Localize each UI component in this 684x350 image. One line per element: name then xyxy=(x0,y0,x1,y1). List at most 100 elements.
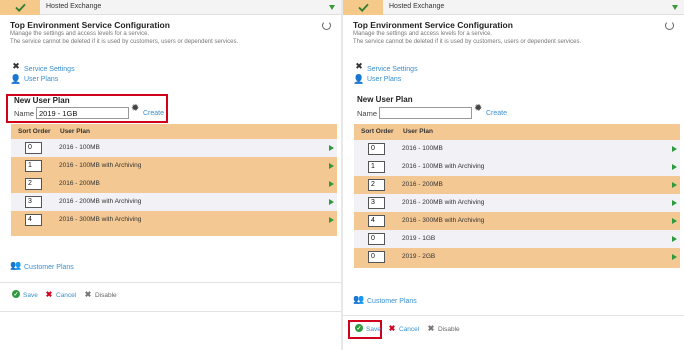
save-label: Save xyxy=(366,326,381,333)
play-arrow-icon[interactable] xyxy=(672,254,677,260)
grid-header: Sort Order User Plan xyxy=(354,124,680,138)
name-label: Name xyxy=(14,109,35,118)
service-settings-link-row[interactable]: ✖ Service Settings xyxy=(354,60,418,73)
service-bar[interactable]: Hosted Exchange xyxy=(0,0,341,15)
users-icon: 👤 xyxy=(10,73,22,84)
play-arrow-icon[interactable] xyxy=(329,145,334,151)
table-row: 3 2016 - 200MB with Archiving xyxy=(354,194,680,212)
plan-name: 2016 - 200MB xyxy=(59,180,100,187)
divider xyxy=(343,315,684,316)
plan-name-input[interactable] xyxy=(36,107,129,119)
play-arrow-icon[interactable] xyxy=(672,200,677,206)
plan-name: 2016 - 200MB with Archiving xyxy=(59,198,142,205)
plan-name: 2016 - 200MB xyxy=(402,181,443,188)
page-title: Top Environment Service Configuration xyxy=(10,20,170,30)
sort-order-input[interactable]: 4 xyxy=(368,215,385,227)
left-panel: Hosted Exchange Top Environment Service … xyxy=(0,0,341,350)
sort-order-input[interactable]: 2 xyxy=(368,179,385,191)
refresh-icon[interactable] xyxy=(665,21,674,30)
users-icon: 👥 xyxy=(10,260,22,270)
right-panel: Hosted Exchange Top Environment Service … xyxy=(343,0,684,350)
col-sort-order: Sort Order xyxy=(18,128,51,135)
refresh-icon[interactable] xyxy=(322,21,331,30)
plan-name: 2016 - 300MB with Archiving xyxy=(59,216,142,223)
table-row: 0 2016 - 100MB xyxy=(11,139,337,157)
table-row: 0 2016 - 100MB xyxy=(354,140,680,158)
sort-order-input[interactable]: 2 xyxy=(25,178,42,190)
customer-plans-link[interactable]: Customer Plans xyxy=(367,298,417,305)
action-bar: ✓ Save ✖ Cancel ✖ Disable xyxy=(0,288,341,302)
plan-name-input[interactable] xyxy=(379,107,472,119)
table-row: 1 2016 - 100MB with Archiving xyxy=(354,158,680,176)
play-arrow-icon[interactable] xyxy=(672,164,677,170)
page-subtitle-2: The service cannot be deleted if it is u… xyxy=(353,39,582,45)
user-plans-link[interactable]: User Plans xyxy=(367,76,401,83)
close-icon: ✖ xyxy=(45,289,53,299)
check-icon xyxy=(357,3,369,12)
play-arrow-icon[interactable] xyxy=(672,218,677,224)
sort-order-input[interactable]: 0 xyxy=(368,143,385,155)
page-subtitle-2: The service cannot be deleted if it is u… xyxy=(10,39,239,45)
create-link[interactable]: Create xyxy=(486,110,507,117)
check-tab xyxy=(343,0,383,15)
service-bar[interactable]: Hosted Exchange xyxy=(343,0,684,15)
name-label: Name xyxy=(357,109,378,118)
user-plans-link[interactable]: User Plans xyxy=(24,76,58,83)
customer-plans-link-row[interactable]: 👥 Customer Plans xyxy=(353,294,417,305)
service-settings-link-row[interactable]: ✖ Service Settings xyxy=(11,60,75,73)
disable-label: Disable xyxy=(438,326,460,333)
table-row: 0 2019 - 1GB xyxy=(354,230,680,248)
sort-order-input[interactable]: 1 xyxy=(25,160,42,172)
save-button[interactable]: ✓ Save xyxy=(12,289,38,299)
chevron-down-icon[interactable] xyxy=(672,5,678,10)
cancel-label: Cancel xyxy=(56,292,77,299)
cancel-button[interactable]: ✖ Cancel xyxy=(45,289,77,300)
play-arrow-icon[interactable] xyxy=(672,146,677,152)
check-tab xyxy=(0,0,40,15)
create-link[interactable]: Create xyxy=(143,110,164,117)
service-settings-link[interactable]: Service Settings xyxy=(367,66,418,73)
disable-label: Disable xyxy=(95,292,117,299)
disable-button[interactable]: ✖ Disable xyxy=(84,289,117,300)
service-name: Hosted Exchange xyxy=(389,3,445,10)
sort-order-input[interactable]: 3 xyxy=(368,197,385,209)
plan-name: 2016 - 100MB xyxy=(402,145,443,152)
user-plans-link-row[interactable]: 👤 User Plans xyxy=(10,73,58,84)
user-plan-grid: Sort Order User Plan 0 2016 - 100MB 1 20… xyxy=(354,124,680,268)
play-arrow-icon[interactable] xyxy=(672,236,677,242)
user-plans-link-row[interactable]: 👤 User Plans xyxy=(353,74,401,84)
page-title: Top Environment Service Configuration xyxy=(353,20,513,30)
sort-order-input[interactable]: 4 xyxy=(25,214,42,226)
plan-name: 2016 - 100MB with Archiving xyxy=(402,163,485,170)
divider xyxy=(0,282,341,283)
play-arrow-icon[interactable] xyxy=(329,163,334,169)
customer-plans-link-row[interactable]: 👥 Customer Plans xyxy=(10,260,74,271)
wrench-icon: ✖ xyxy=(355,61,363,71)
chevron-down-icon[interactable] xyxy=(329,5,335,10)
close-icon: ✖ xyxy=(388,323,396,333)
sort-order-input[interactable]: 3 xyxy=(25,196,42,208)
sort-order-input[interactable]: 0 xyxy=(25,142,42,154)
save-label: Save xyxy=(23,292,38,299)
disable-button[interactable]: ✖ Disable xyxy=(427,323,460,334)
save-button[interactable]: ✓ Save xyxy=(355,323,381,333)
plan-name: 2016 - 100MB with Archiving xyxy=(59,162,142,169)
play-arrow-icon[interactable] xyxy=(329,217,334,223)
play-arrow-icon[interactable] xyxy=(329,199,334,205)
user-plan-grid: Sort Order User Plan 0 2016 - 100MB 1 20… xyxy=(11,124,337,236)
sort-order-input[interactable]: 0 xyxy=(368,233,385,245)
table-row: 2 2016 - 200MB xyxy=(11,175,337,193)
service-settings-link[interactable]: Service Settings xyxy=(24,66,75,73)
page-subtitle: Manage the settings and access levels fo… xyxy=(353,31,493,37)
play-arrow-icon[interactable] xyxy=(672,182,677,188)
cancel-label: Cancel xyxy=(399,326,420,333)
page-subtitle: Manage the settings and access levels fo… xyxy=(10,31,150,37)
play-arrow-icon[interactable] xyxy=(329,181,334,187)
sort-order-input[interactable]: 0 xyxy=(368,251,385,263)
table-row: 1 2016 - 100MB with Archiving xyxy=(11,157,337,175)
cancel-button[interactable]: ✖ Cancel xyxy=(388,323,420,334)
col-user-plan: User Plan xyxy=(403,128,433,135)
new-user-plan-heading: New User Plan xyxy=(14,96,70,105)
sort-order-input[interactable]: 1 xyxy=(368,161,385,173)
customer-plans-link[interactable]: Customer Plans xyxy=(24,264,74,271)
